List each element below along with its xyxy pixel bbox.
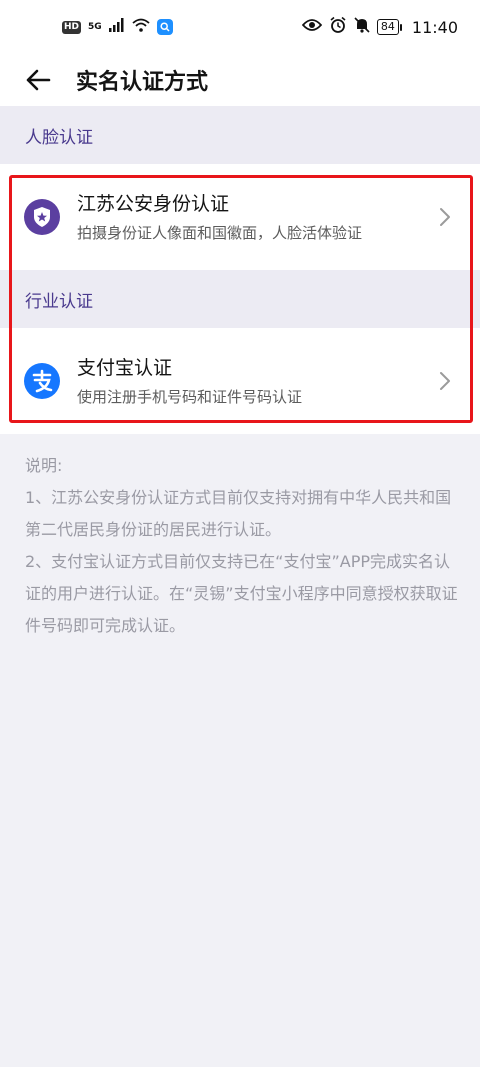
notes-heading: 说明: xyxy=(25,456,63,475)
method-text: 江苏公安身份认证 拍摄身份证人像面和国徽面，人脸活体验证 xyxy=(77,191,430,244)
alarm-icon xyxy=(329,16,347,38)
back-arrow-icon xyxy=(26,69,51,91)
method-title: 支付宝认证 xyxy=(77,356,173,379)
signal-icon xyxy=(108,18,125,36)
section-header-industry: 行业认证 xyxy=(0,270,480,328)
eye-icon xyxy=(301,18,323,36)
search-app-icon xyxy=(156,19,173,35)
chevron-right-icon xyxy=(430,202,460,232)
alipay-icon xyxy=(24,363,60,399)
status-left: HD 5G xyxy=(62,18,173,36)
police-badge-icon xyxy=(24,199,60,235)
method-item-alipay[interactable]: 支付宝认证 使用注册手机号码和证件号码认证 xyxy=(0,328,480,434)
hd-icon: HD xyxy=(62,20,82,34)
section-header-face: 人脸认证 xyxy=(0,106,480,164)
notes: 说明: 1、江苏公安身份认证方式目前仅支持对拥有中华人民共和国第二代居民身份证的… xyxy=(25,450,465,642)
back-button[interactable] xyxy=(8,54,68,106)
status-time: 11:40 xyxy=(411,17,458,37)
method-text: 支付宝认证 使用注册手机号码和证件号码认证 xyxy=(77,355,430,408)
battery-icon: 84 xyxy=(376,19,402,35)
method-title: 江苏公安身份认证 xyxy=(77,192,230,215)
network-type: 5G xyxy=(88,22,102,32)
chevron-right-icon xyxy=(430,366,460,396)
mute-icon xyxy=(354,16,370,38)
notes-line-1: 1、江苏公安身份认证方式目前仅支持对拥有中华人民共和国第二代居民身份证的居民进行… xyxy=(25,488,452,539)
notes-line-2: 2、支付宝认证方式目前仅支持已在“支付宝”APP完成实名认证的用户进行认证。在“… xyxy=(25,552,458,635)
wifi-icon xyxy=(132,18,150,36)
method-item-jiangsu-police[interactable]: 江苏公安身份认证 拍摄身份证人像面和国徽面，人脸活体验证 xyxy=(0,164,480,270)
page-title: 实名认证方式 xyxy=(76,70,209,95)
method-description: 使用注册手机号码和证件号码认证 xyxy=(77,387,303,406)
status-right: 84 11:40 xyxy=(301,16,458,38)
status-bar: HD 5G 84 11:40 xyxy=(0,0,480,54)
method-description: 拍摄身份证人像面和国徽面，人脸活体验证 xyxy=(77,223,363,242)
app-bar: 实名认证方式 xyxy=(0,54,480,106)
